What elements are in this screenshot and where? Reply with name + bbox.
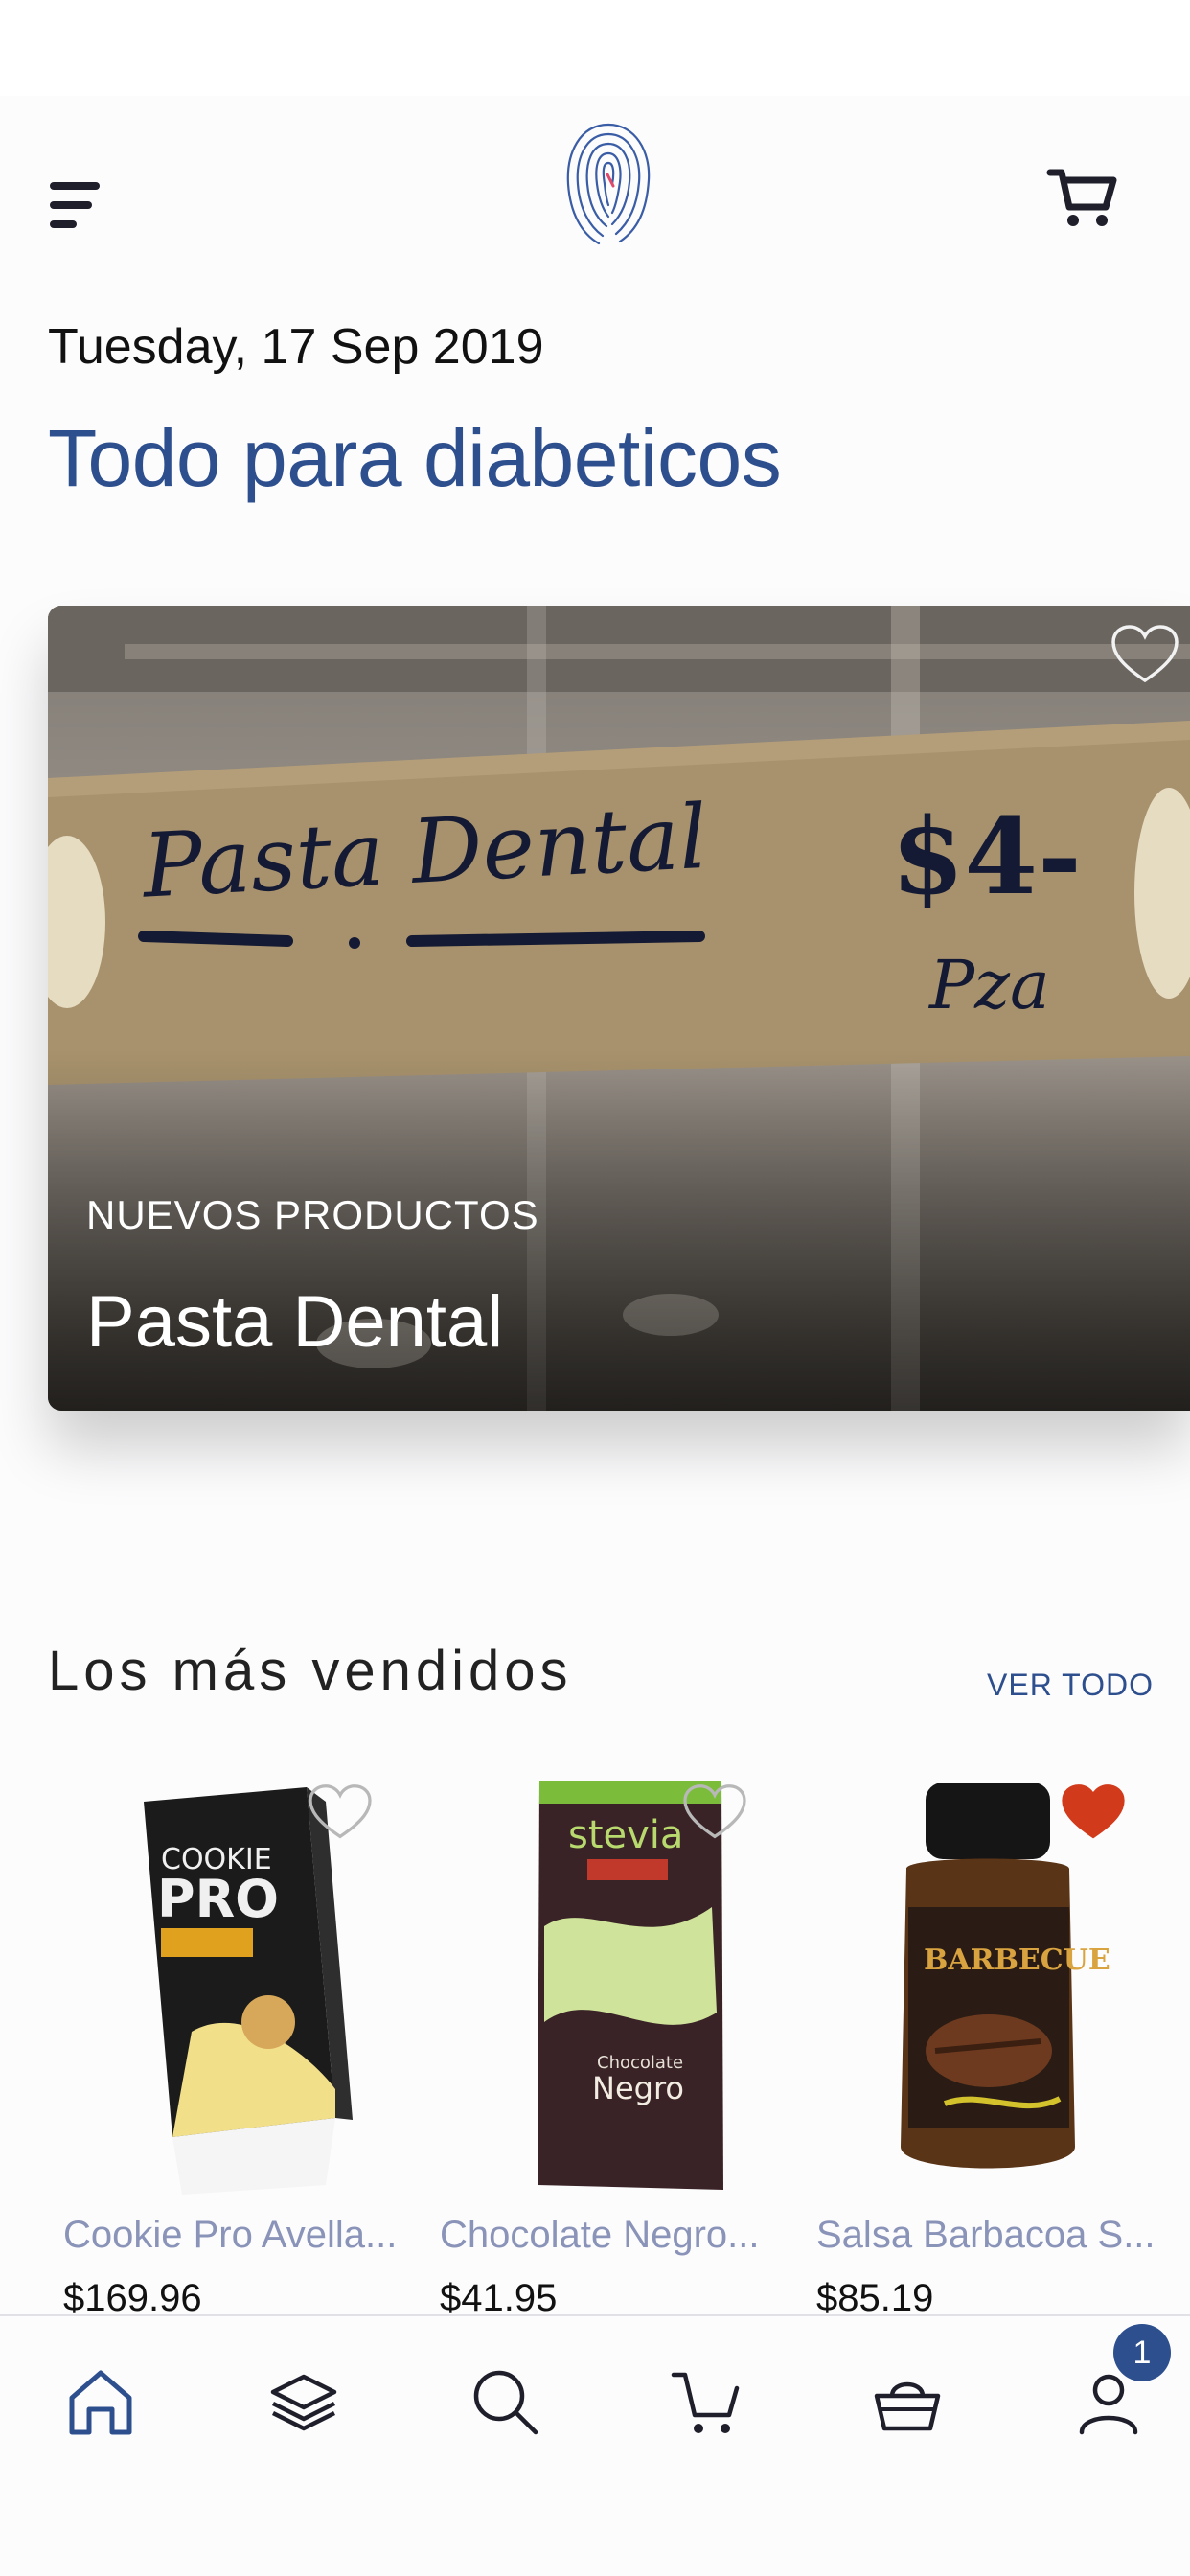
app-screen: Tuesday, 17 Sep 2019 Todo para diabetico… — [0, 96, 1190, 2576]
fingerprint-logo-icon — [561, 117, 656, 246]
tab-search[interactable] — [452, 2349, 558, 2454]
hero-kicker: NUEVOS PRODUCTOS — [86, 1192, 539, 1237]
favorite-icon[interactable] — [307, 1782, 374, 1842]
search-icon — [473, 2370, 538, 2435]
home-icon — [69, 2370, 132, 2435]
tab-home[interactable] — [48, 2349, 153, 2454]
profile-notification-badge: 1 — [1113, 2324, 1171, 2381]
page-headline: Todo para diabeticos — [48, 413, 782, 503]
svg-text:PRO: PRO — [157, 1869, 279, 1929]
hero-title: Pasta Dental — [86, 1281, 504, 1363]
hero-card[interactable]: Pasta Dental $4- Pza NUEVOS PRODUCTOS Pa… — [48, 606, 1190, 1411]
cart-icon — [671, 2372, 740, 2433]
layers-icon — [270, 2374, 337, 2431]
product-card[interactable]: BARBECUE Salsa Barbacoa S... $85.19 — [801, 1763, 1165, 2338]
bottom-tab-bar — [0, 2314, 1190, 2576]
status-bar-area — [0, 0, 1190, 96]
product-name: Cookie Pro Avella... — [63, 2214, 398, 2256]
svg-text:stevia: stevia — [568, 1813, 683, 1857]
favorite-icon[interactable] — [1060, 1782, 1127, 1842]
tab-categories[interactable] — [251, 2349, 356, 2454]
product-card[interactable]: COOKIE PRO Cookie Pro Avella... $169.96 — [48, 1763, 412, 2338]
hamburger-menu-icon[interactable] — [48, 180, 105, 238]
tab-cart[interactable] — [653, 2349, 759, 2454]
cart-icon[interactable] — [1044, 161, 1121, 238]
current-date: Tuesday, 17 Sep 2019 — [48, 319, 544, 375]
product-name: Chocolate Negro... — [440, 2214, 760, 2256]
top-bar — [0, 96, 1190, 297]
best-sellers-title: Los más vendidos — [48, 1640, 573, 1702]
see-all-link[interactable]: VER TODO — [987, 1668, 1154, 1703]
product-name: Salsa Barbacoa S... — [816, 2214, 1156, 2256]
svg-text:Negro: Negro — [592, 2070, 684, 2106]
tab-orders[interactable] — [855, 2349, 960, 2454]
hero-favorite-icon[interactable] — [1110, 623, 1180, 686]
basket-icon — [874, 2381, 941, 2431]
favorite-icon[interactable] — [681, 1782, 748, 1842]
svg-text:BARBECUE: BARBECUE — [924, 1944, 1110, 1977]
product-card[interactable]: stevia Chocolate Negro Chocolate Negro..… — [424, 1763, 789, 2338]
